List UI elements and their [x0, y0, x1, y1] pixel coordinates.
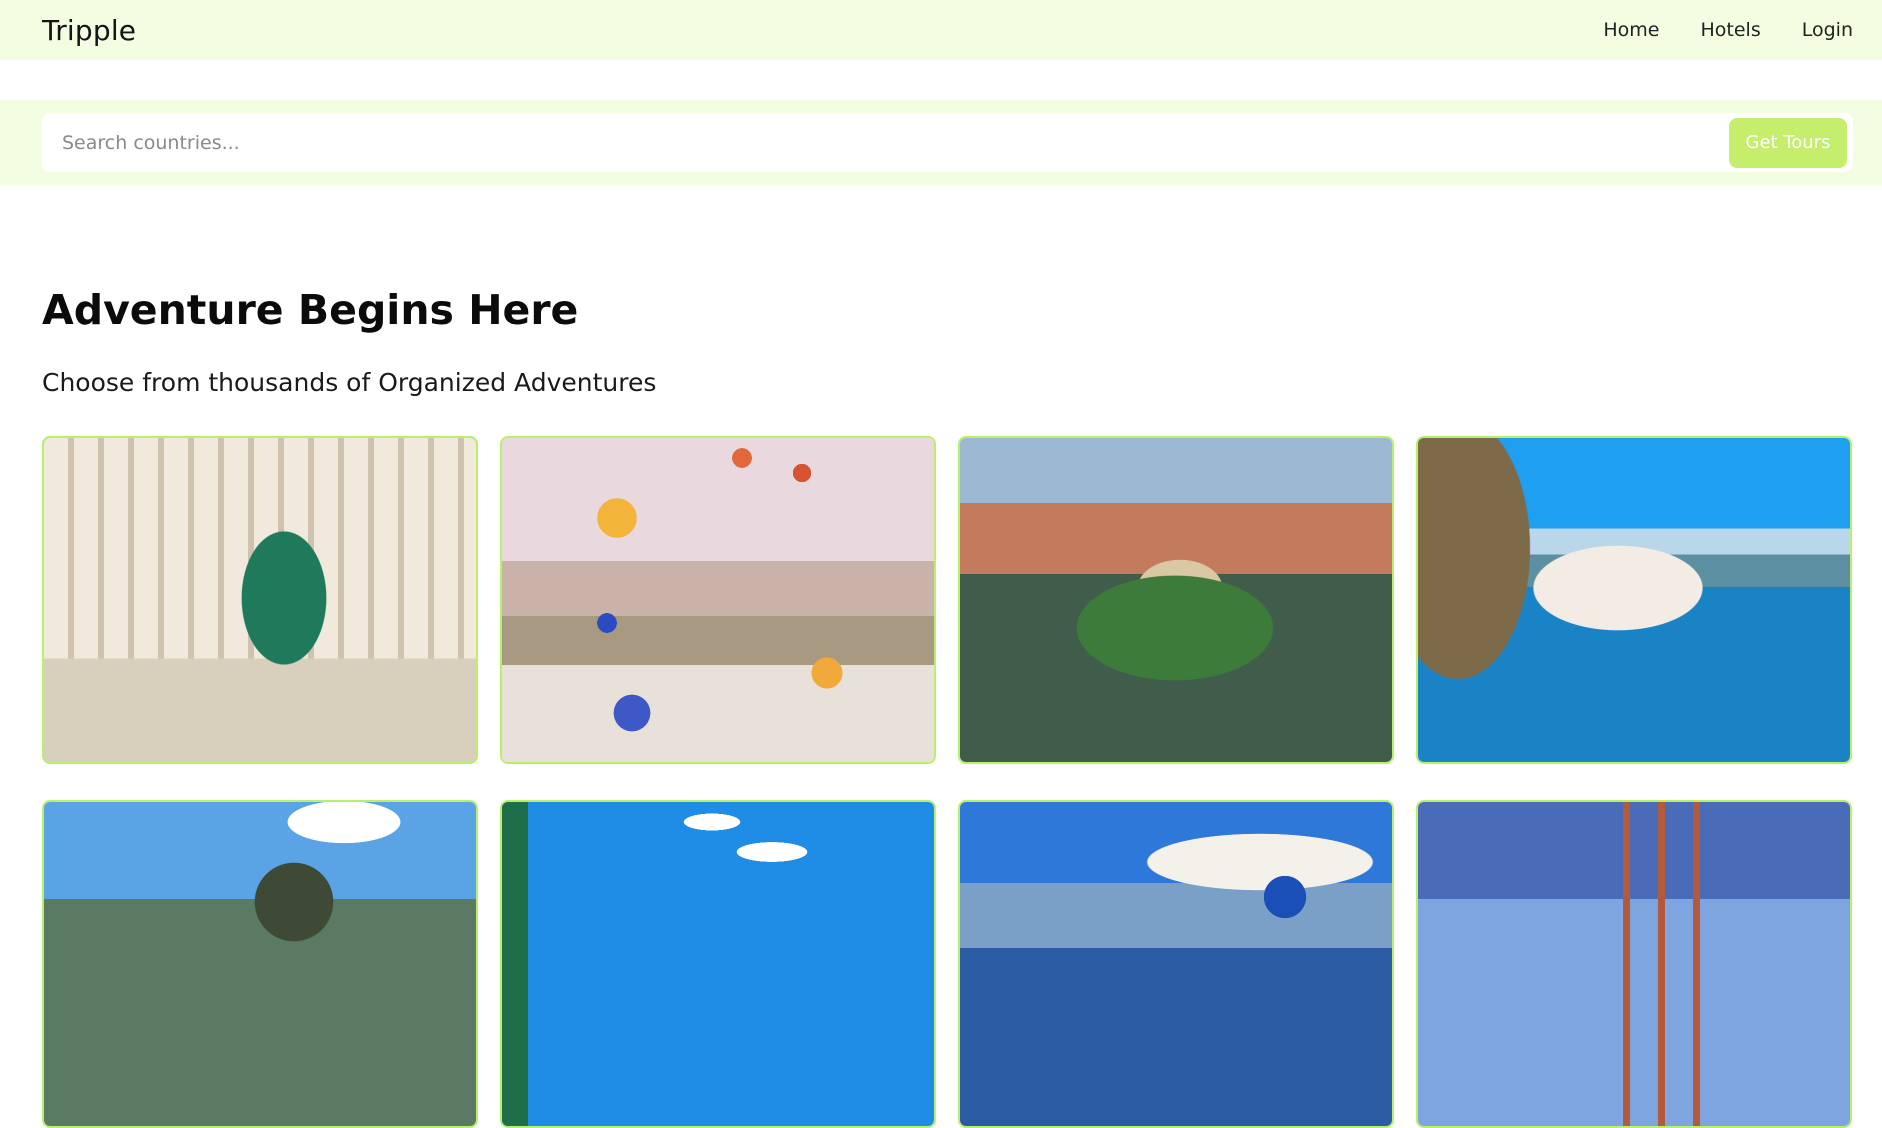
search-section: Get Tours — [0, 100, 1882, 185]
tour-card[interactable] — [500, 436, 936, 764]
tour-image — [502, 802, 934, 1126]
tour-image — [44, 802, 476, 1126]
tour-card[interactable] — [42, 436, 478, 764]
tour-card[interactable] — [958, 800, 1394, 1128]
nav-link-hotels[interactable]: Hotels — [1701, 19, 1761, 41]
tour-image — [44, 438, 476, 762]
get-tours-button[interactable]: Get Tours — [1729, 117, 1847, 168]
tour-card[interactable] — [500, 800, 936, 1128]
tour-image — [1418, 438, 1850, 762]
brand-logo[interactable]: Tripple — [42, 14, 136, 47]
nav-links: Home Hotels Login — [1603, 19, 1853, 41]
page-subtitle: Choose from thousands of Organized Adven… — [42, 368, 657, 397]
nav-link-login[interactable]: Login — [1802, 19, 1853, 41]
search-bar: Get Tours — [42, 113, 1853, 172]
page-title: Adventure Begins Here — [42, 286, 579, 334]
tour-card[interactable] — [42, 800, 478, 1128]
tour-grid — [42, 436, 1853, 1128]
tour-card[interactable] — [958, 436, 1394, 764]
nav-link-home[interactable]: Home — [1603, 19, 1659, 41]
tour-image — [1418, 802, 1850, 1126]
search-input[interactable] — [42, 113, 1729, 172]
tour-image — [960, 438, 1392, 762]
tour-card[interactable] — [1416, 800, 1852, 1128]
navbar: Tripple Home Hotels Login — [0, 0, 1882, 60]
tour-card[interactable] — [1416, 436, 1852, 764]
tour-image — [502, 438, 934, 762]
tour-image — [960, 802, 1392, 1126]
